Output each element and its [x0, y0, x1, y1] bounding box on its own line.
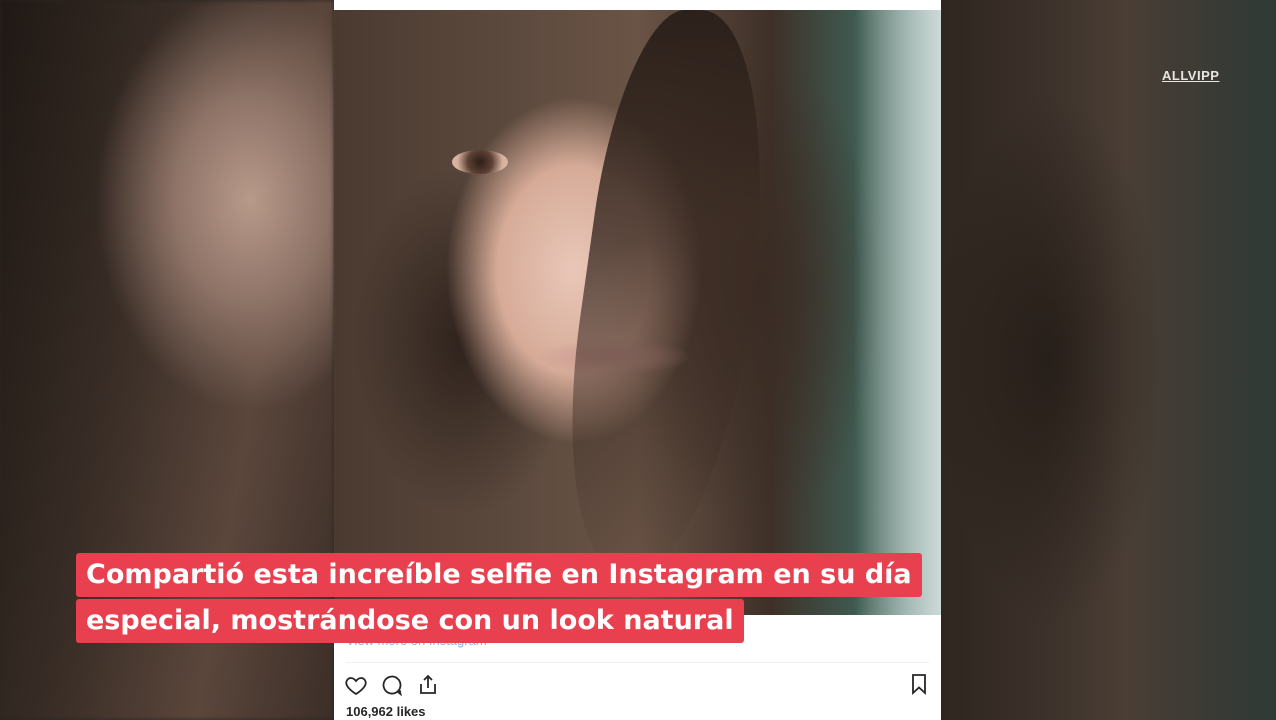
bookmark-icon[interactable] — [905, 670, 933, 698]
post-photo[interactable] — [334, 10, 941, 615]
photo-eye — [452, 150, 508, 174]
photo-window-light — [854, 10, 941, 615]
photo-hair — [544, 10, 794, 570]
background-blur-right — [941, 0, 1276, 720]
watermark-logo: ALLVIPP — [1162, 68, 1220, 83]
heart-icon[interactable] — [342, 671, 370, 699]
divider — [346, 662, 929, 663]
comment-icon[interactable] — [378, 671, 406, 699]
likes-count: 106,962 likes — [346, 704, 426, 719]
caption-line-1: Compartió esta increíble selfie en Insta… — [76, 553, 922, 597]
caption-overlay: Compartió esta increíble selfie en Insta… — [76, 553, 922, 645]
action-bar — [342, 670, 442, 700]
share-icon[interactable] — [414, 671, 442, 699]
caption-line-2: especial, mostrándose con un look natura… — [76, 599, 744, 643]
